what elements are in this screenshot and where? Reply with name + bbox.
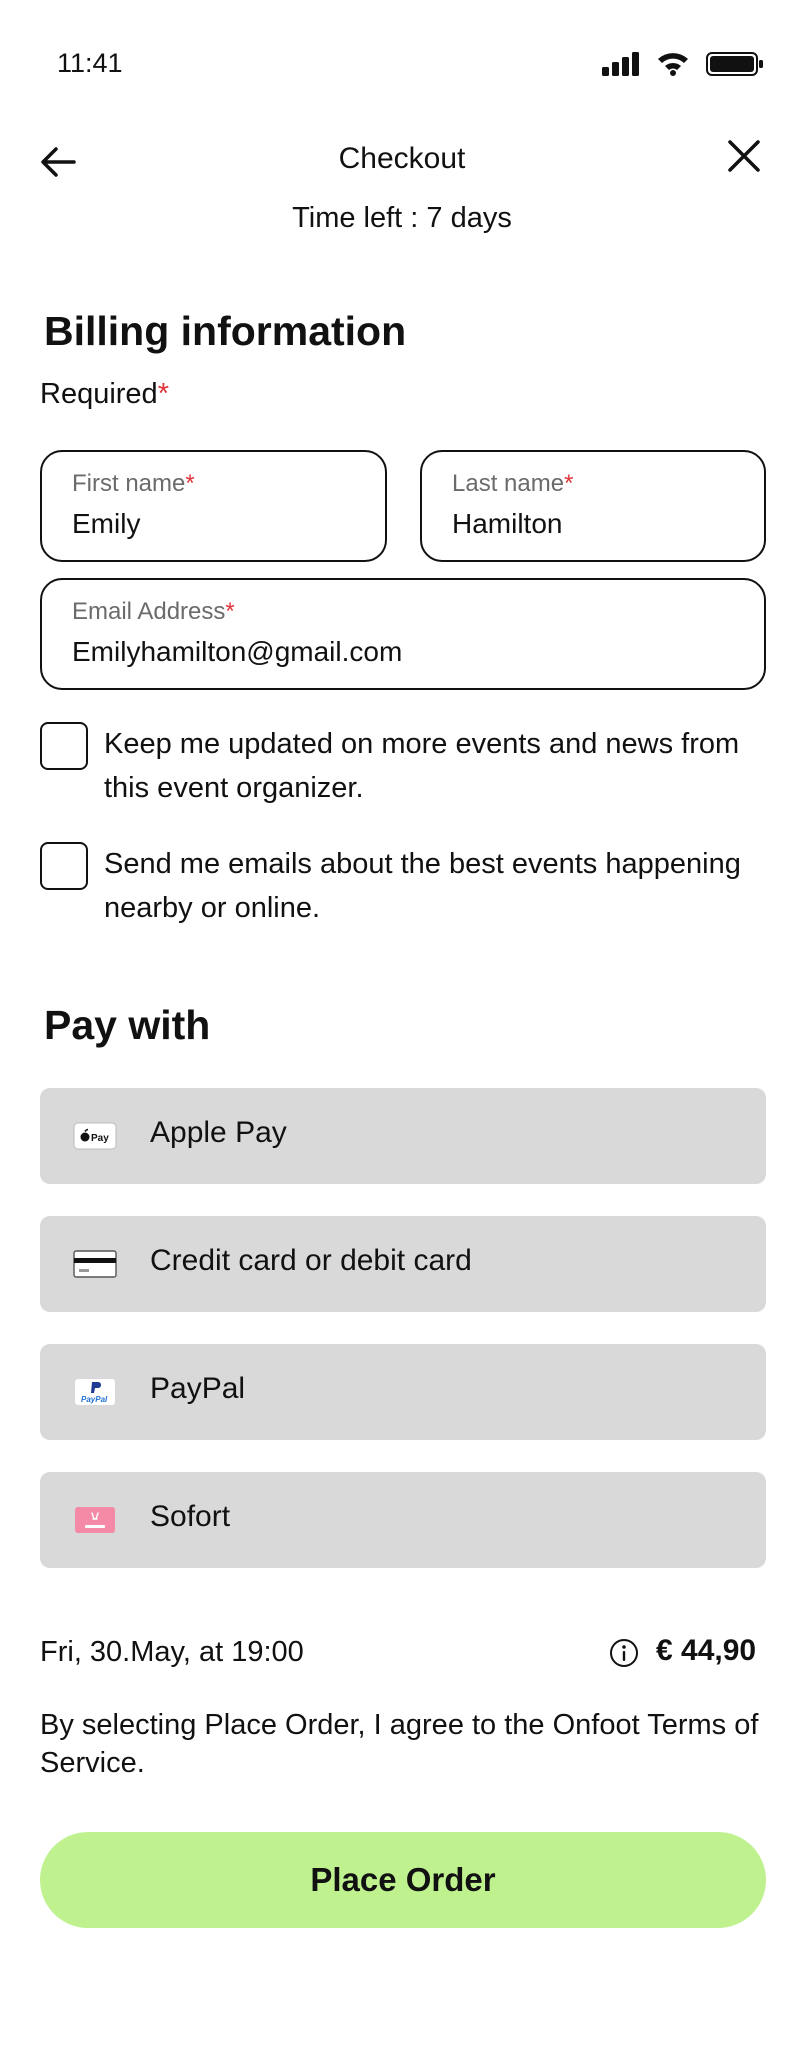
info-icon[interactable] xyxy=(608,1637,640,1669)
sofort-label: Sofort xyxy=(150,1500,231,1533)
last-name-field[interactable]: Last name* xyxy=(420,450,766,562)
signal-icon xyxy=(602,52,639,76)
place-order-button[interactable]: Place Order xyxy=(40,1832,766,1928)
first-name-asterisk: * xyxy=(185,470,195,497)
terms-text: By selecting Place Order, I agree to the… xyxy=(40,1709,759,1779)
time-left-text: Time left : 7 days xyxy=(292,202,512,234)
email-label: Email Address* xyxy=(72,598,235,626)
billing-title: Billing information xyxy=(44,308,407,354)
status-bar: 11:41 xyxy=(0,0,804,130)
event-date: Fri, 30.May, at 19:00 xyxy=(40,1636,304,1668)
newsletter-organizer-row[interactable]: Keep me updated on more events and news … xyxy=(40,722,760,812)
last-name-label: Last name* xyxy=(452,470,573,498)
pay-option-sofort[interactable]: Sofort xyxy=(40,1472,766,1568)
close-icon[interactable] xyxy=(722,134,766,178)
apple-pay-icon: Pay xyxy=(73,1122,117,1150)
svg-text:PayPal: PayPal xyxy=(81,1395,108,1404)
credit-card-label: Credit card or debit card xyxy=(150,1244,472,1277)
email-input[interactable] xyxy=(72,636,734,668)
pay-option-paypal[interactable]: PayPal PayPal xyxy=(40,1344,766,1440)
last-name-input[interactable] xyxy=(452,508,734,540)
pay-with-title: Pay with xyxy=(44,1002,211,1048)
email-field[interactable]: Email Address* xyxy=(40,578,766,690)
required-note: Required* xyxy=(40,378,169,411)
last-name-label-text: Last name xyxy=(452,470,565,497)
organizer-updates-text: Keep me updated on more events and news … xyxy=(104,728,740,804)
first-name-field[interactable]: First name* xyxy=(40,450,387,562)
status-time: 11:41 xyxy=(57,48,123,78)
required-label: Required xyxy=(40,378,158,410)
first-name-label-text: First name xyxy=(72,470,186,497)
email-label-text: Email Address xyxy=(72,598,226,625)
email-asterisk: * xyxy=(225,598,235,625)
required-asterisk: * xyxy=(157,378,169,410)
page-title: Checkout xyxy=(338,142,466,175)
paypal-icon: PayPal xyxy=(75,1379,115,1405)
last-name-asterisk: * xyxy=(564,470,574,497)
newsletter-nearby-row[interactable]: Send me emails about the best events hap… xyxy=(40,842,760,932)
credit-card-icon xyxy=(73,1250,117,1278)
svg-text:Pay: Pay xyxy=(91,1133,109,1144)
apple-pay-label: Apple Pay xyxy=(150,1116,287,1149)
organizer-updates-checkbox[interactable] xyxy=(40,722,88,770)
sofort-icon xyxy=(75,1507,115,1533)
wifi-icon xyxy=(658,53,688,76)
nearby-events-checkbox[interactable] xyxy=(40,842,88,890)
order-price: € 44,90 xyxy=(656,1634,757,1667)
first-name-input[interactable] xyxy=(72,508,355,540)
nav-bar: Checkout Time left : 7 days xyxy=(0,130,804,240)
first-name-label: First name* xyxy=(72,470,195,498)
pay-option-apple-pay[interactable]: Pay Apple Pay xyxy=(40,1088,766,1184)
battery-icon xyxy=(706,52,763,76)
nearby-events-text: Send me emails about the best events hap… xyxy=(104,848,741,924)
paypal-label: PayPal xyxy=(150,1372,246,1405)
pay-option-credit-card[interactable]: Credit card or debit card xyxy=(40,1216,766,1312)
